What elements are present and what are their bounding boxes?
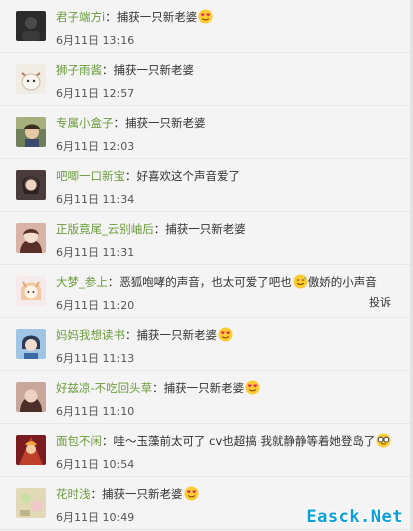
timestamp: 6月11日 11:10 [56,405,135,418]
avatar[interactable] [16,276,46,306]
comment-item: 妈妈我想读书：捕获一只新老婆 6月11日 11:13 [0,318,413,371]
separator: ： [113,116,126,130]
comment-text: 捕获一只新老婆 [163,381,245,395]
comment-item: 面包不闲：哇～玉藻前太可了 cv也超搞 我就静静等着她登岛了 6月11日 10:… [0,424,413,477]
separator: ： [125,169,137,183]
timestamp: 6月11日 11:13 [56,352,135,365]
avatar[interactable] [16,435,46,465]
smile-sweat-emoji-icon [293,274,308,289]
comment-text: 捕获一只新老婆 [116,10,198,24]
timestamp: 6月11日 12:03 [56,140,135,153]
timestamp: 6月11日 13:16 [56,34,135,47]
avatar[interactable] [16,223,46,253]
username-link[interactable]: 吧唧一口新宝 [56,169,125,183]
avatar[interactable] [16,11,46,41]
avatar[interactable] [16,329,46,359]
comment-item: 君子端方i：捕获一只新老婆 6月11日 13:16 [0,0,413,53]
separator: ： [102,434,114,448]
separator: ： [152,381,164,395]
timestamp: 6月11日 12:57 [56,87,135,100]
username-link[interactable]: 面包不闲 [56,434,102,448]
heart-eyes-emoji-icon [218,327,233,342]
watermark: Easck.Net [306,507,403,527]
comment-text: 哇～玉藻前太可了 cv也超搞 我就静静等着她登岛了 [113,434,376,448]
username-link[interactable]: 花时浅 [56,487,91,501]
comment-text: 恶狐咆哮的声音，也太可爱了吧也 [119,275,292,289]
comment-text: 捕获一只新老婆 [136,328,218,342]
glasses-emoji-icon [376,433,391,448]
comment-text: 捕获一只新老婆 [113,63,195,77]
heart-eyes-emoji-icon [245,380,260,395]
separator: ： [125,328,137,342]
timestamp: 6月11日 10:54 [56,458,135,471]
timestamp: 6月11日 11:31 [56,246,135,259]
comment-text: 捕获一只新老婆 [102,487,183,501]
comment-text: 好喜欢这个声音爱了 [136,169,241,183]
username-link[interactable]: 大梦_参上 [56,275,108,289]
timestamp: 6月11日 11:34 [56,193,135,206]
comment-item: 正版竟尾_云别岫后：捕获一只新老婆 6月11日 11:31 [0,212,413,265]
comment-text: 捕获一只新老婆 [125,116,206,130]
avatar[interactable] [16,64,46,94]
separator: ： [105,10,117,24]
timestamp: 6月11日 11:20 [56,299,135,312]
avatar[interactable] [16,488,46,518]
heart-eyes-emoji-icon [198,9,213,24]
comment-text: 捕获一只新老婆 [165,222,246,236]
username-link[interactable]: 妈妈我想读书 [56,328,125,342]
avatar[interactable] [16,170,46,200]
comment-item: 吧唧一口新宝：好喜欢这个声音爱了 6月11日 11:34 [0,159,413,212]
comment-item: 好兹凉-不吃回头草：捕获一只新老婆 6月11日 11:10 [0,371,413,424]
username-link[interactable]: 君子端方i [56,10,105,24]
heart-eyes-emoji-icon [183,486,199,501]
separator: ： [102,63,114,77]
avatar[interactable] [16,382,46,412]
comment-item: 专属小盒子：捕获一只新老婆 6月11日 12:03 [0,106,413,159]
timestamp: 6月11日 10:49 [56,511,135,524]
separator: ： [107,275,120,289]
comment-item: 大梦_参上：恶狐咆哮的声音，也太可爱了吧也 傲娇的小声音 6月11日 11:20 … [0,265,413,318]
comment-list: 君子端方i：捕获一只新老婆 6月11日 13:16 狮子雨酱：捕获一只新老婆 6… [0,0,413,530]
username-link[interactable]: 正版竟尾_云别岫后 [56,222,154,236]
username-link[interactable]: 狮子雨酱 [56,63,102,77]
separator: ： [90,487,103,501]
separator: ： [153,222,166,236]
avatar[interactable] [16,117,46,147]
comment-item: 狮子雨酱：捕获一只新老婆 6月11日 12:57 [0,53,413,106]
comment-text-continued: 傲娇的小声音 [307,275,377,289]
username-link[interactable]: 专属小盒子 [56,116,114,130]
username-link[interactable]: 好兹凉-不吃回头草 [56,381,152,395]
report-button[interactable]: 投诉 [369,294,391,310]
